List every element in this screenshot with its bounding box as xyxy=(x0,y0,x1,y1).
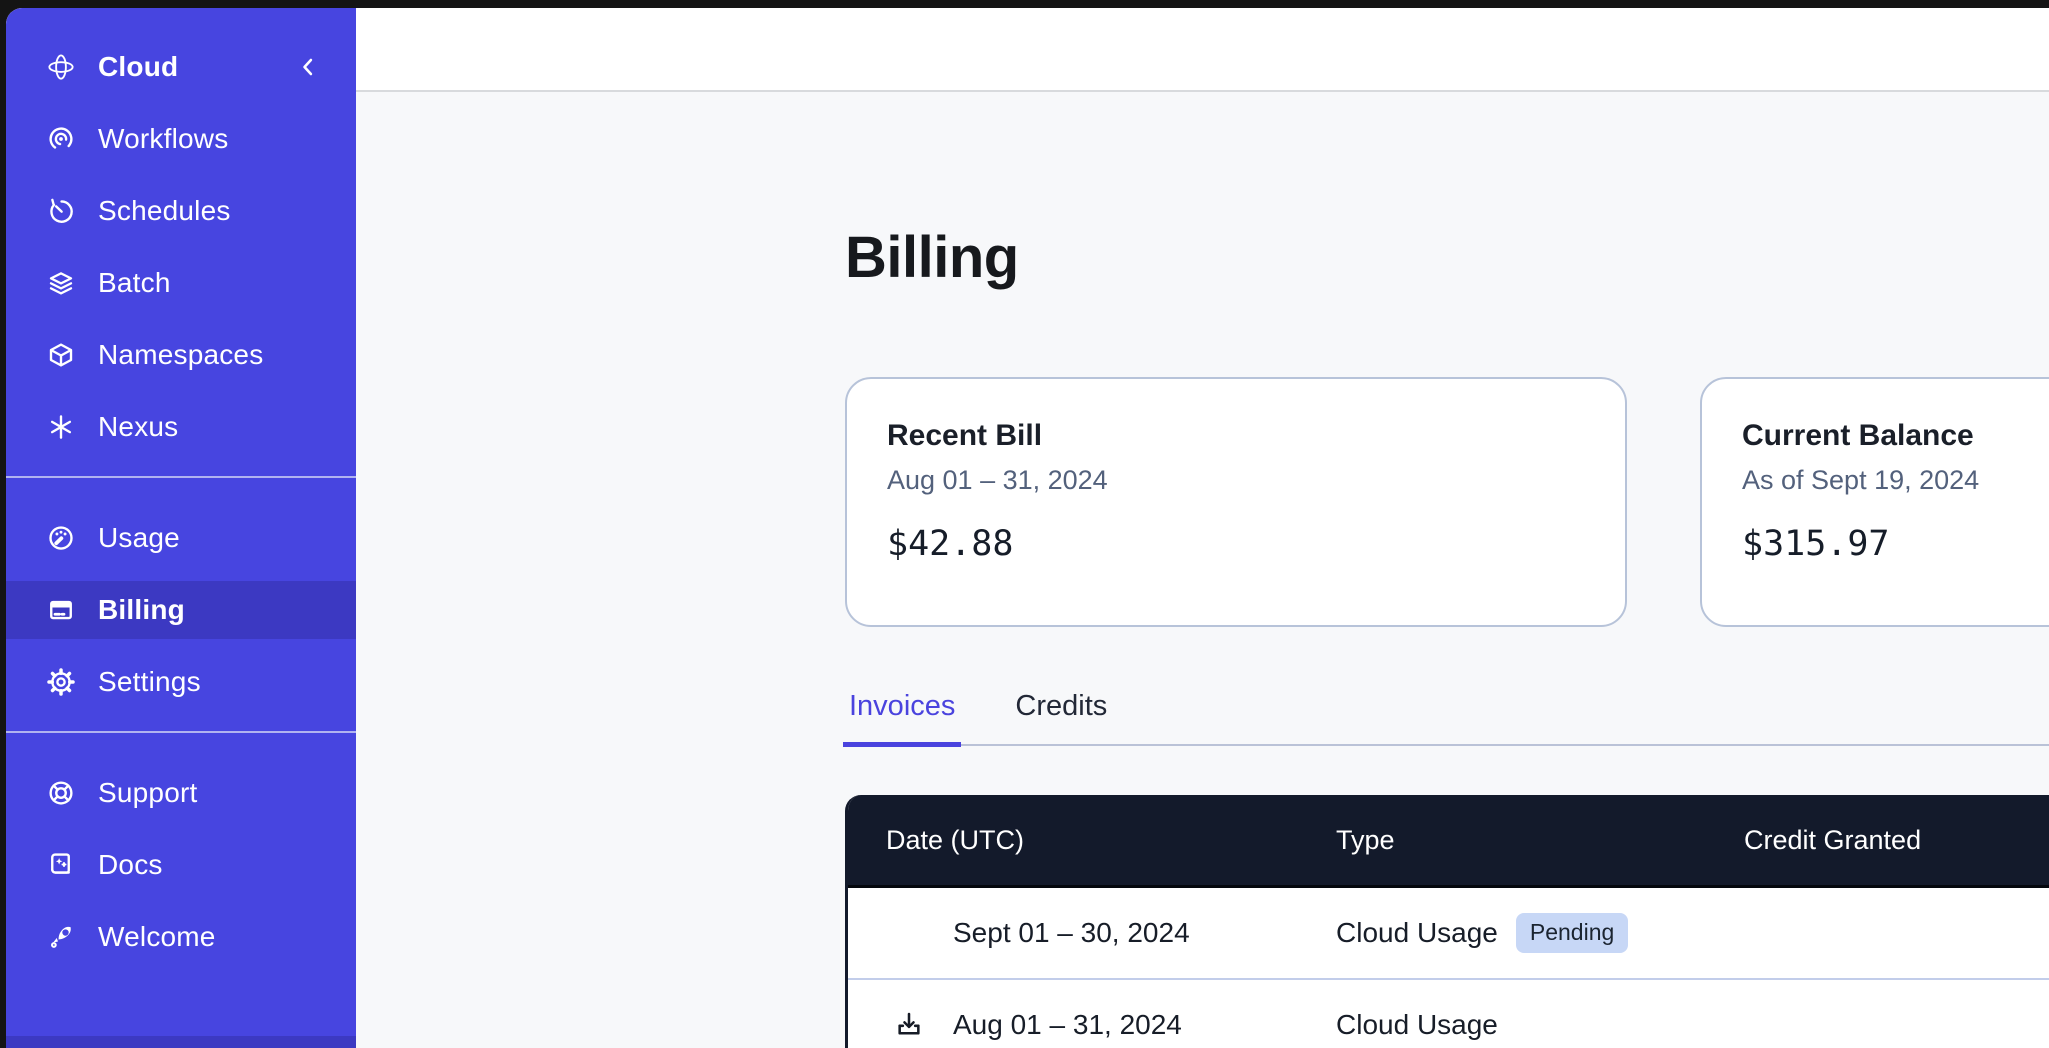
sidebar-item-billing[interactable]: Billing xyxy=(6,581,356,639)
invoice-date: Sept 01 – 30, 2024 xyxy=(953,888,1190,978)
sidebar-item-welcome[interactable]: Welcome xyxy=(6,908,356,966)
sidebar-item-workflows[interactable]: Workflows xyxy=(6,110,356,168)
page-title: Billing xyxy=(845,224,1019,291)
invoice-type: Cloud Usage xyxy=(1336,917,1498,949)
sidebar-item-schedules[interactable]: Schedules xyxy=(6,182,356,240)
download-invoice-icon[interactable] xyxy=(893,1009,925,1041)
card-title: Current Balance xyxy=(1742,419,2049,453)
sidebar-item-label: Welcome xyxy=(98,921,216,953)
sidebar-nav: Cloud Workflows Schedules Batch Namespaces N… xyxy=(6,8,356,966)
sidebar-item-usage[interactable]: Usage xyxy=(6,509,356,567)
sidebar-divider xyxy=(6,476,356,478)
status-badge: Pending xyxy=(1516,913,1628,953)
billing-icon xyxy=(46,595,76,625)
support-icon xyxy=(46,778,76,808)
card-amount: $315.97 xyxy=(1742,524,2049,564)
sidebar-divider xyxy=(6,731,356,733)
invoice-date: Aug 01 – 31, 2024 xyxy=(953,980,1182,1048)
table-body: Sept 01 – 30, 2024 Cloud Usage Pending Aug … xyxy=(848,888,2049,1048)
invoice-type: Cloud Usage xyxy=(1336,1009,1498,1041)
sidebar-item-nexus[interactable]: Nexus xyxy=(6,398,356,456)
top-bar xyxy=(356,8,2049,92)
tab-credits[interactable]: Credits xyxy=(1011,680,1111,744)
docs-icon xyxy=(46,850,76,880)
invoice-row: Aug 01 – 31, 2024 Cloud Usage xyxy=(848,980,2049,1048)
sidebar-item-settings[interactable]: Settings xyxy=(6,653,356,711)
tab-invoices[interactable]: Invoices xyxy=(845,680,959,744)
table-header: Date (UTC) Type Credit Granted xyxy=(848,795,2049,888)
chevron-left-icon[interactable] xyxy=(294,53,322,81)
sidebar-item-label: Schedules xyxy=(98,195,231,227)
sidebar-item-label: Usage xyxy=(98,522,180,554)
sidebar-item-label: Namespaces xyxy=(98,339,263,371)
nexus-icon xyxy=(46,412,76,442)
recent-bill-card: Recent Bill Aug 01 – 31, 2024 $42.88 xyxy=(845,377,1627,627)
workflows-icon xyxy=(46,124,76,154)
sidebar-item-namespaces[interactable]: Namespaces xyxy=(6,326,356,384)
card-subtitle: Aug 01 – 31, 2024 xyxy=(887,465,1585,496)
sidebar-item-label: Workflows xyxy=(98,123,228,155)
sidebar-item-label: Support xyxy=(98,777,197,809)
invoice-type-cell: Cloud Usage Pending xyxy=(1336,888,1628,978)
billing-tabs: Invoices Credits xyxy=(845,680,2049,746)
billing-page: Billing Recent Bill Aug 01 – 31, 2024 $4… xyxy=(356,92,2049,1048)
app-window: Cloud Workflows Schedules Batch Namespaces N… xyxy=(6,8,2049,1048)
sidebar-item-docs[interactable]: Docs xyxy=(6,836,356,894)
sidebar-item-cloud[interactable]: Cloud xyxy=(6,38,356,96)
sidebar-item-label: Settings xyxy=(98,666,201,698)
sidebar-item-label: Billing xyxy=(98,594,185,626)
main-content: Billing Recent Bill Aug 01 – 31, 2024 $4… xyxy=(356,8,2049,1048)
welcome-icon xyxy=(46,922,76,952)
invoices-table: Date (UTC) Type Credit Granted Sept 01 –… xyxy=(845,795,2049,1048)
invoice-type-cell: Cloud Usage xyxy=(1336,980,1498,1048)
sidebar-item-label: Cloud xyxy=(98,51,178,83)
namespaces-icon xyxy=(46,340,76,370)
sidebar-item-support[interactable]: Support xyxy=(6,764,356,822)
invoice-row: Sept 01 – 30, 2024 Cloud Usage Pending xyxy=(848,888,2049,980)
sidebar-item-label: Batch xyxy=(98,267,171,299)
screenshot-stage: Cloud Workflows Schedules Batch Namespaces N… xyxy=(0,0,2049,1048)
current-balance-card: Current Balance As of Sept 19, 2024 $315… xyxy=(1700,377,2049,627)
usage-icon xyxy=(46,523,76,553)
sidebar: Cloud Workflows Schedules Batch Namespaces N… xyxy=(6,8,356,1048)
card-subtitle: As of Sept 19, 2024 xyxy=(1742,465,2049,496)
card-amount: $42.88 xyxy=(887,524,1585,564)
temporal-logo-icon xyxy=(46,52,76,82)
sidebar-item-label: Nexus xyxy=(98,411,178,443)
column-header-credit-granted: Credit Granted xyxy=(1744,795,1921,885)
sidebar-bottom-strip xyxy=(6,1036,356,1048)
settings-icon xyxy=(46,667,76,697)
column-header-type: Type xyxy=(1336,795,1395,885)
column-header-date: Date (UTC) xyxy=(886,795,1024,885)
schedules-icon xyxy=(46,196,76,226)
card-title: Recent Bill xyxy=(887,419,1585,453)
batch-icon xyxy=(46,268,76,298)
sidebar-item-batch[interactable]: Batch xyxy=(6,254,356,312)
sidebar-item-label: Docs xyxy=(98,849,163,881)
